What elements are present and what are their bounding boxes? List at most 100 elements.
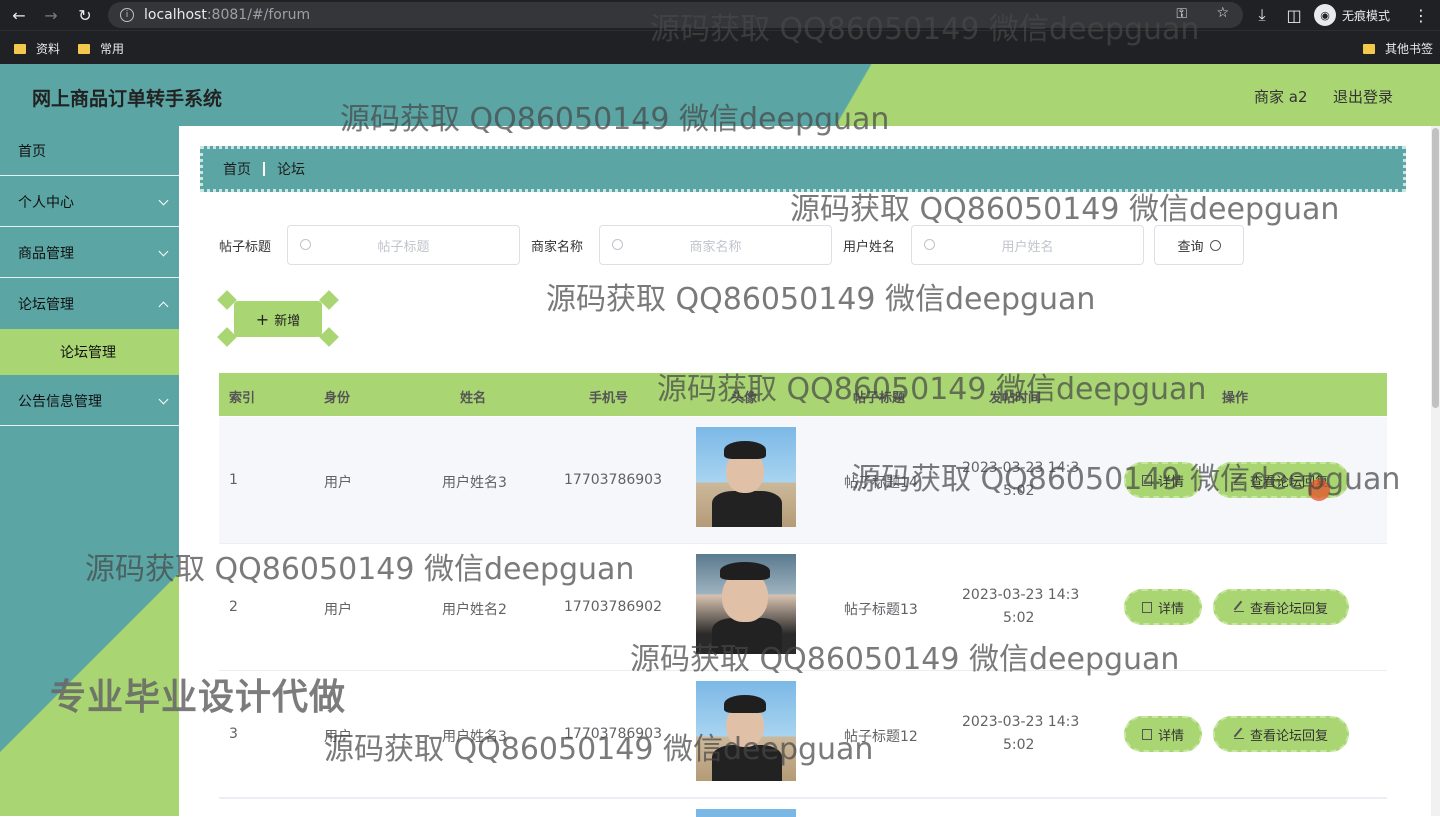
avatar <box>696 554 796 654</box>
sidebar-item-notices[interactable]: 公告信息管理 <box>0 376 179 426</box>
forward-icon[interactable]: → <box>40 4 62 26</box>
back-icon[interactable]: ← <box>8 4 30 26</box>
add-button-decoration <box>319 290 339 310</box>
breadcrumb-separator <box>263 162 265 176</box>
click-indicator <box>1308 479 1330 501</box>
edit-icon <box>1233 729 1244 739</box>
user-search-placeholder: 用户姓名 <box>1001 239 1054 255</box>
sidebar-item-label: 论坛管理 <box>60 345 116 361</box>
add-button-label: 新增 <box>274 313 301 329</box>
detail-button[interactable]: 详情 <box>1124 716 1202 752</box>
site-info-icon[interactable]: i <box>120 8 134 22</box>
avatar <box>696 681 796 781</box>
sidebar-item-label: 公告信息管理 <box>18 393 102 410</box>
star-icon[interactable]: ☆ <box>1216 5 1229 21</box>
column-header[interactable]: 身份 <box>324 387 350 406</box>
avatar <box>696 427 796 527</box>
logout-link[interactable]: 退出登录 <box>1333 86 1393 107</box>
bookmark-folder[interactable]: 常用 <box>78 40 124 57</box>
chevron-up-icon <box>158 301 169 312</box>
incognito-badge[interactable]: ◉ 无痕模式 <box>1314 3 1390 27</box>
scrollbar-thumb[interactable] <box>1432 128 1439 408</box>
cell-name: 用户姓名2 <box>442 602 507 618</box>
add-button[interactable]: + 新增 <box>234 301 322 337</box>
detail-button-label: 详情 <box>1157 601 1184 617</box>
column-header[interactable]: 索引 <box>229 387 255 406</box>
sidebar-item-label: 首页 <box>18 143 46 160</box>
cell-time: 2023-03-23 14:3 <box>962 714 1080 730</box>
plus-icon: + <box>255 309 270 329</box>
edit-icon <box>1233 602 1244 612</box>
cell-title: 帖子标题12 <box>844 729 918 745</box>
detail-button-label: 详情 <box>1157 728 1184 744</box>
cell-time: 2023-03-23 14:3 <box>962 460 1080 476</box>
detail-button-label: 详情 <box>1157 474 1184 490</box>
cell-phone: 17703786903 <box>564 726 662 742</box>
sidepanel-icon[interactable]: ◫ <box>1283 4 1305 26</box>
user-search-input[interactable]: 用户姓名 <box>911 225 1144 265</box>
edit-icon <box>1233 475 1244 485</box>
key-icon[interactable]: ⚿ <box>1176 6 1187 22</box>
folder-icon <box>1363 43 1375 54</box>
search-icon <box>612 239 623 250</box>
query-button[interactable]: 查询 <box>1154 225 1244 265</box>
merchant-search-input[interactable]: 商家名称 <box>599 225 832 265</box>
detail-button[interactable]: 详情 <box>1124 462 1202 498</box>
folder-icon <box>78 43 90 54</box>
folder-icon <box>14 43 26 54</box>
table-row[interactable]: 1 用户 用户姓名3 17703786903 帖子标题14 2023-03-23… <box>219 417 1387 544</box>
sidebar-item-products[interactable]: 商品管理 <box>0 228 179 278</box>
search-icon <box>1209 239 1221 251</box>
url-path: :8081/#/forum <box>206 7 311 23</box>
cell-index: 1 <box>229 472 238 488</box>
table-row[interactable]: 3 用户 用户姓名3 17703786903 帖子标题12 2023-03-23… <box>219 671 1387 798</box>
user-search-label: 用户姓名 <box>843 240 896 255</box>
sidebar-item-label: 个人中心 <box>18 194 74 211</box>
breadcrumb: 首页 论坛 <box>200 146 1406 192</box>
document-icon <box>1141 728 1152 740</box>
cell-time: 5:02 <box>1003 737 1035 753</box>
reload-icon[interactable]: ↻ <box>74 4 96 26</box>
address-bar[interactable]: i localhost:8081/#/forum ⚿ ☆ <box>108 2 1243 28</box>
column-header[interactable]: 头像 <box>731 387 757 406</box>
title-search-input[interactable]: 帖子标题 <box>287 225 520 265</box>
chevron-down-icon <box>158 246 169 257</box>
view-replies-button[interactable]: 查看论坛回复 <box>1213 589 1349 625</box>
cell-time: 2023-03-23 14:3 <box>962 587 1080 603</box>
sidebar-item-forum[interactable]: 论坛管理 <box>0 279 179 329</box>
cell-name: 用户姓名3 <box>442 475 507 491</box>
sidebar-item-label: 论坛管理 <box>18 297 74 313</box>
column-header[interactable]: 操作 <box>1222 387 1248 406</box>
chevron-down-icon <box>158 394 169 405</box>
view-replies-label: 查看论坛回复 <box>1249 601 1328 617</box>
cell-role: 用户 <box>324 602 352 618</box>
view-replies-button[interactable]: 查看论坛回复 <box>1213 716 1349 752</box>
bookmark-label: 常用 <box>100 42 125 56</box>
document-icon <box>1141 474 1152 486</box>
column-header[interactable]: 发帖时间 <box>989 387 1041 406</box>
detail-button[interactable]: 详情 <box>1124 589 1202 625</box>
download-icon[interactable]: ⤓ <box>1251 4 1273 26</box>
column-header[interactable]: 帖子标题 <box>853 387 905 406</box>
incognito-label: 无痕模式 <box>1342 8 1391 23</box>
cell-index: 3 <box>229 726 238 742</box>
sidebar-subitem-forum-manage[interactable]: 论坛管理 <box>0 329 179 375</box>
browser-toolbar: ← → ↻ i localhost:8081/#/forum ⚿ ☆ ⤓ ◫ ◉… <box>0 0 1440 30</box>
sidebar-item-label: 商品管理 <box>18 245 74 262</box>
table-row[interactable]: 2 用户 用户姓名2 17703786902 帖子标题13 2023-03-23… <box>219 544 1387 671</box>
column-header[interactable]: 姓名 <box>460 387 486 406</box>
sidebar-item-home[interactable]: 首页 <box>0 126 179 176</box>
column-header[interactable]: 手机号 <box>589 387 628 406</box>
table-row-partial <box>219 798 1387 817</box>
bookmark-folder[interactable]: 资料 <box>14 40 60 57</box>
current-user: 商家 a2 <box>1254 88 1308 106</box>
bookmarks-bar: 资料 常用 其他书签 <box>0 30 1440 64</box>
breadcrumb-home[interactable]: 首页 <box>223 159 251 179</box>
cell-title: 帖子标题14 <box>844 475 918 491</box>
cell-phone: 17703786902 <box>564 599 662 615</box>
search-icon <box>924 239 935 250</box>
other-bookmarks[interactable]: 其他书签 <box>1363 40 1433 57</box>
sidebar-item-profile[interactable]: 个人中心 <box>0 177 179 227</box>
cell-time: 5:02 <box>1003 483 1035 499</box>
menu-icon[interactable]: ⋮ <box>1410 4 1432 26</box>
